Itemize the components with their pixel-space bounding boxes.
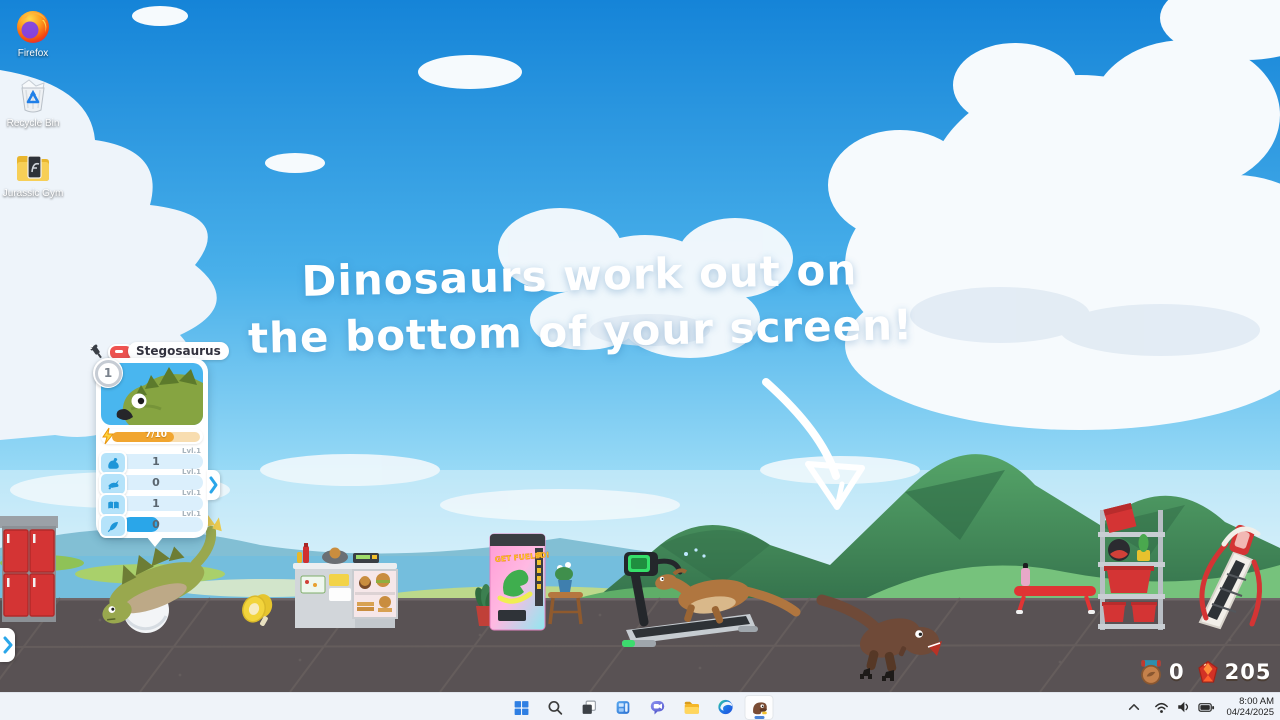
dino-level-badge: 1 [93, 358, 123, 388]
active-app-indicator [754, 716, 764, 719]
tipped-treadmill[interactable] [1200, 524, 1260, 628]
search-button[interactable] [541, 695, 570, 720]
snack-counter[interactable] [293, 543, 397, 628]
energy-bar: 7/10 [101, 429, 203, 444]
treadmill-with-dino[interactable] [622, 548, 796, 647]
task-view-icon [581, 699, 598, 716]
stat-list: Lvl.1 1 Lvl.1 0 Lvl.1 [101, 448, 203, 536]
file-explorer-icon [682, 698, 700, 716]
gem-icon [1196, 659, 1220, 685]
stat-row-strength[interactable]: Lvl.1 1 [101, 448, 203, 470]
medal-count: 0 [1169, 660, 1185, 684]
lockers[interactable] [0, 516, 58, 622]
volume-icon[interactable] [1176, 700, 1191, 714]
scene-panel-toggle[interactable] [0, 628, 15, 662]
stat-row-creativity[interactable]: Lvl.1 0 [101, 511, 203, 533]
taskbar-app-jurassic-gym[interactable] [745, 695, 774, 720]
medal-icon [1138, 658, 1164, 685]
recycle-bin-icon [14, 76, 52, 116]
desktop-screen: Dinosaurs work out on the bottom of your… [0, 0, 1280, 720]
desktop-icon-jurassic-gym[interactable]: Jurassic Gym [2, 148, 64, 199]
task-view-button[interactable] [575, 695, 604, 720]
chevron-right-icon [3, 635, 13, 655]
bench-with-bottle[interactable] [1014, 563, 1096, 614]
dino-level: 1 [104, 366, 112, 380]
tray-chevron-up-icon[interactable] [1127, 701, 1141, 713]
wifi-icon[interactable] [1154, 700, 1169, 714]
start-button[interactable] [507, 695, 536, 720]
vending-machine[interactable]: GET FUELED! [490, 534, 550, 630]
desktop-icon-firefox[interactable]: Firefox [2, 8, 64, 59]
desktop-icon-label: Jurassic Gym [2, 188, 64, 199]
ab-roller[interactable] [240, 591, 276, 626]
side-table-plant[interactable] [548, 562, 583, 624]
card-pointer-tail [146, 536, 164, 547]
dino-stat-card: Stegosaurus 1 7/10 [88, 342, 220, 554]
widgets-button[interactable] [609, 695, 638, 720]
chat-icon [648, 698, 666, 716]
creativity-icon [106, 519, 121, 534]
storage-shelf[interactable] [1098, 503, 1165, 630]
edge-button[interactable] [711, 695, 740, 720]
energy-label: 7/10 [112, 430, 200, 440]
firefox-icon [14, 8, 52, 46]
file-explorer-button[interactable] [677, 695, 706, 720]
edge-icon [716, 698, 734, 716]
card-next-button[interactable] [207, 470, 220, 500]
desktop-icon-label: Recycle Bin [2, 118, 64, 129]
treadmill-dino[interactable] [654, 548, 796, 624]
widgets-icon [615, 699, 632, 716]
card-body: 1 7/10 Lvl.1 1 [96, 358, 208, 538]
windows-start-icon [513, 699, 530, 716]
desktop-icon-recycle-bin[interactable]: Recycle Bin [2, 76, 64, 129]
chat-button[interactable] [643, 695, 672, 720]
taskbar: 8:00 AM 04/24/2025 [0, 692, 1280, 720]
tray-time: 8:00 AM [1226, 696, 1274, 707]
search-icon [547, 699, 564, 716]
tray-clock[interactable]: 8:00 AM 04/24/2025 [1226, 696, 1274, 718]
jurassic-gym-app-icon [749, 698, 769, 717]
jurassic-gym-folder-icon [13, 148, 53, 186]
gem-count: 205 [1225, 660, 1272, 684]
desktop-icon-label: Firefox [2, 48, 64, 59]
currency-hud: 0 205 [1138, 658, 1271, 685]
tray-date: 04/24/2025 [1226, 707, 1274, 718]
running-trex[interactable] [822, 600, 942, 681]
chevron-right-icon [208, 474, 219, 496]
stat-row-agility[interactable]: Lvl.1 0 [101, 469, 203, 491]
stat-row-knowledge[interactable]: Lvl.1 1 [101, 490, 203, 512]
battery-icon[interactable] [1198, 700, 1215, 714]
energy-bolt-icon [100, 427, 115, 445]
